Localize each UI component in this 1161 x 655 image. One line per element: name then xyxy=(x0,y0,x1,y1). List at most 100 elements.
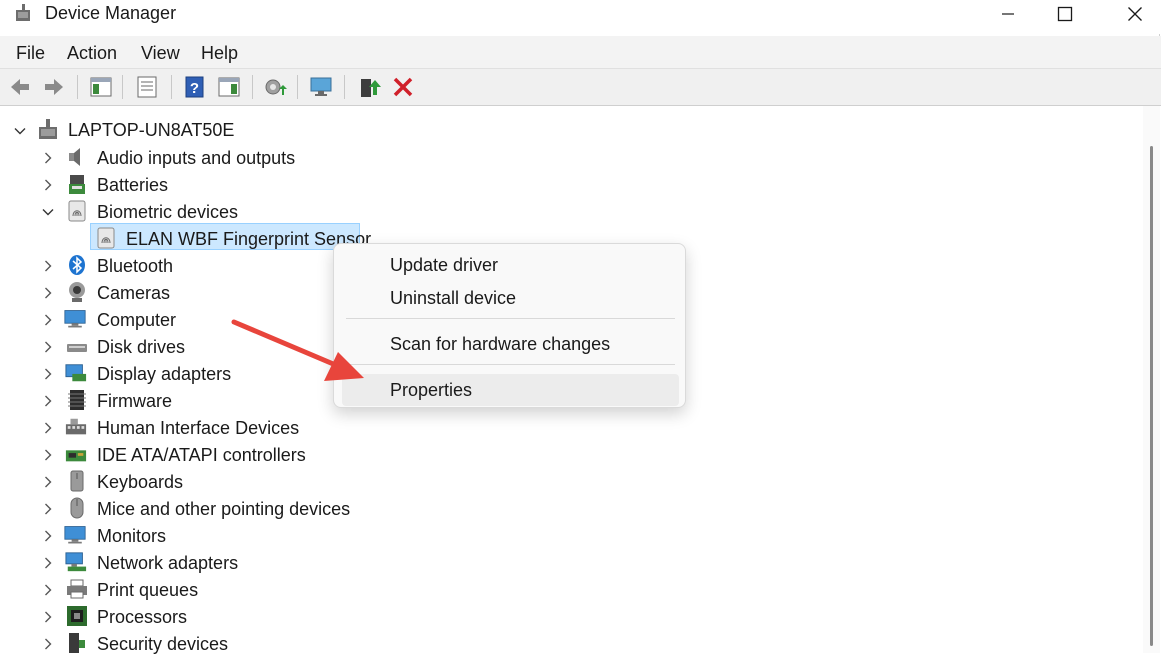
device-manager-icon xyxy=(16,4,30,21)
tree-item-print-queues[interactable]: Print queues xyxy=(97,579,198,601)
chevron-right-icon[interactable] xyxy=(42,503,54,515)
display-adapter-icon xyxy=(65,364,87,382)
tree-item-disk-drives[interactable]: Disk drives xyxy=(97,336,185,358)
menu-item-update-driver[interactable]: Update driver xyxy=(342,249,679,281)
tree-item-monitors[interactable]: Monitors xyxy=(97,525,166,547)
bluetooth-icon xyxy=(69,255,85,275)
security-icon xyxy=(69,633,85,653)
title-bar: Device Manager xyxy=(0,0,1161,34)
tree-item-mice[interactable]: Mice and other pointing devices xyxy=(97,498,350,520)
toolbar-separator xyxy=(297,75,298,99)
tree-item-computer[interactable]: Computer xyxy=(97,309,176,331)
computer-root-icon xyxy=(39,119,57,139)
menu-item-label: Uninstall device xyxy=(390,288,517,308)
tree-item-cameras[interactable]: Cameras xyxy=(97,282,170,304)
processor-icon xyxy=(67,606,87,626)
tree-item-network[interactable]: Network adapters xyxy=(97,552,238,574)
toolbar-separator xyxy=(344,75,345,99)
show-hide-console-tree-icon[interactable] xyxy=(89,75,113,99)
menu-bar: File Action View Help xyxy=(0,36,1161,69)
tree-item-display-adapters[interactable]: Display adapters xyxy=(97,363,231,385)
menu-item-uninstall-device[interactable]: Uninstall device xyxy=(342,282,679,314)
speaker-icon xyxy=(69,148,80,166)
close-button[interactable] xyxy=(1107,0,1161,28)
chevron-down-icon[interactable] xyxy=(14,125,26,137)
toolbar-separator xyxy=(171,75,172,99)
menu-item-label: Update driver xyxy=(390,255,499,275)
chip-icon xyxy=(68,390,86,410)
window-title: Device Manager xyxy=(45,3,177,23)
chevron-right-icon[interactable] xyxy=(42,260,54,272)
chevron-right-icon[interactable] xyxy=(42,476,54,488)
toolbar-separator xyxy=(122,75,123,99)
menu-view[interactable]: View xyxy=(141,42,180,64)
menu-item-properties[interactable]: Properties xyxy=(342,374,679,406)
chevron-right-icon[interactable] xyxy=(42,395,54,407)
chevron-right-icon[interactable] xyxy=(42,314,54,326)
fingerprint-icon xyxy=(97,227,115,249)
menu-help[interactable]: Help xyxy=(201,42,238,64)
monitor-icon xyxy=(64,310,86,328)
maximize-icon xyxy=(1057,6,1073,22)
printer-icon xyxy=(67,579,87,599)
monitor-icon xyxy=(64,526,86,544)
maximize-button[interactable] xyxy=(1037,0,1093,28)
chevron-right-icon[interactable] xyxy=(42,179,54,191)
fingerprint-icon xyxy=(68,200,86,222)
tree-item-hid[interactable]: Human Interface Devices xyxy=(97,417,299,439)
toolbar-separator xyxy=(252,75,253,99)
scan-hardware-icon[interactable] xyxy=(309,75,333,99)
chevron-right-icon[interactable] xyxy=(42,611,54,623)
hid-icon xyxy=(65,418,87,435)
chevron-right-icon[interactable] xyxy=(42,287,54,299)
uninstall-icon[interactable] xyxy=(391,75,415,99)
enable-device-icon[interactable] xyxy=(357,75,381,99)
tree-item-firmware[interactable]: Firmware xyxy=(97,390,172,412)
menu-separator xyxy=(346,318,675,319)
action-pane-icon[interactable] xyxy=(217,75,241,99)
menu-item-label: Scan for hardware changes xyxy=(390,334,611,354)
tree-item-ide[interactable]: IDE ATA/ATAPI controllers xyxy=(97,444,306,466)
tree-item-batteries[interactable]: Batteries xyxy=(97,174,168,196)
chevron-down-icon[interactable] xyxy=(42,206,54,218)
scrollbar-thumb[interactable] xyxy=(1150,146,1153,646)
disk-icon xyxy=(67,344,87,352)
minimize-button[interactable] xyxy=(980,0,1036,28)
properties-icon[interactable] xyxy=(135,75,159,99)
minimize-icon xyxy=(1002,13,1014,15)
chevron-right-icon[interactable] xyxy=(42,422,54,434)
toolbar: ? xyxy=(0,69,1161,106)
tree-root-label[interactable]: LAPTOP-UN8AT50E xyxy=(68,119,234,141)
chevron-right-icon[interactable] xyxy=(42,638,54,650)
menu-action[interactable]: Action xyxy=(67,42,117,64)
battery-icon xyxy=(69,175,85,194)
menu-item-label: Properties xyxy=(390,380,473,400)
chevron-right-icon[interactable] xyxy=(42,152,54,164)
toolbar-separator xyxy=(77,75,78,99)
chevron-right-icon[interactable] xyxy=(42,449,54,461)
vertical-scrollbar[interactable] xyxy=(1143,106,1160,653)
back-icon[interactable] xyxy=(8,75,32,99)
chevron-right-icon[interactable] xyxy=(42,557,54,569)
close-icon xyxy=(1128,7,1142,21)
update-driver-icon[interactable] xyxy=(263,75,287,99)
camera-icon xyxy=(69,282,85,302)
chevron-right-icon[interactable] xyxy=(42,368,54,380)
tree-item-audio[interactable]: Audio inputs and outputs xyxy=(97,147,295,169)
tree-item-keyboards[interactable]: Keyboards xyxy=(97,471,183,493)
tree-item-security[interactable]: Security devices xyxy=(97,633,228,655)
forward-icon[interactable] xyxy=(42,75,66,99)
tree-item-bluetooth[interactable]: Bluetooth xyxy=(97,255,173,277)
mouse-icon xyxy=(70,497,84,519)
network-icon xyxy=(65,552,87,572)
chevron-right-icon[interactable] xyxy=(42,341,54,353)
menu-file[interactable]: File xyxy=(16,42,45,64)
tree-item-biometric[interactable]: Biometric devices xyxy=(97,201,238,223)
keyboard-icon xyxy=(70,470,84,492)
menu-item-scan-hardware[interactable]: Scan for hardware changes xyxy=(342,328,679,360)
help-icon[interactable]: ? xyxy=(183,75,207,99)
chevron-right-icon[interactable] xyxy=(42,584,54,596)
menu-separator xyxy=(346,364,675,365)
chevron-right-icon[interactable] xyxy=(42,530,54,542)
tree-item-processors[interactable]: Processors xyxy=(97,606,187,628)
